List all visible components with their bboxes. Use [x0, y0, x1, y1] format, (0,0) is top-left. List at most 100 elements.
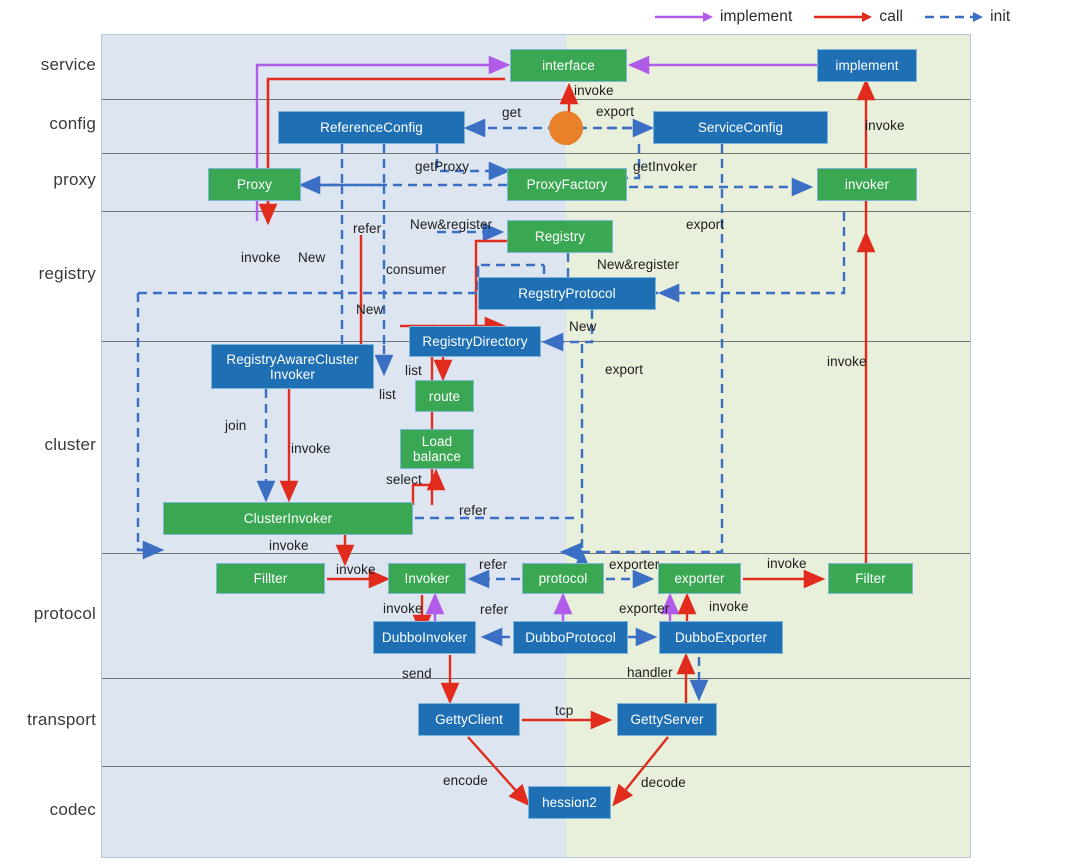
legend: implement call init [655, 2, 1055, 32]
node-load_balance: Load balance [400, 429, 474, 469]
architecture-diagram: implement call init service config proxy re… [0, 0, 1080, 865]
arrow-right-icon [814, 12, 873, 22]
row-label-service: service [40, 55, 96, 74]
row-label-cluster: cluster [44, 435, 96, 454]
edge-label-invoke-implement: invoke [865, 118, 905, 133]
node-label-fillter_left: Fillter [253, 571, 288, 586]
node-label-load_balance: Load balance [413, 434, 461, 464]
node-dubbo_exporter: DubboExporter [659, 621, 783, 654]
edge-label-invoke-registry: invoke [241, 250, 281, 265]
edge-label-invoke-cluster: invoke [291, 441, 331, 456]
edge-label-send: send [402, 666, 432, 681]
edge-label-invoke-dubboexporter: invoke [709, 599, 749, 614]
edge-label-refer: refer [353, 221, 382, 236]
node-label-protocol: protocol [538, 571, 588, 586]
edge-label-new-regstry-protocol: New [569, 319, 597, 334]
row-label-codec: codec [49, 799, 96, 819]
node-label-getty_client: GettyClient [435, 712, 503, 727]
row-divider-proxy [102, 153, 970, 154]
edge-label-select: select [386, 472, 422, 487]
edge-label-refer-cluster: refer [459, 503, 488, 518]
node-label-registry: Registry [534, 229, 586, 244]
node-label-cluster_invoker: ClusterInvoker [243, 511, 333, 526]
edge-label-invoke-right-long: invoke [827, 354, 867, 369]
edge-label-refer-dubbo: refer [480, 602, 509, 617]
node-label-service_config: ServiceConfig [697, 120, 784, 135]
node-label-getty_server: GettyServer [630, 712, 704, 727]
legend-label-implement: implement [720, 8, 793, 25]
edge-label-get: get [502, 105, 522, 120]
node-service_dot [549, 111, 583, 145]
node-route: route [415, 380, 474, 412]
node-label-filter_right: Filter [855, 571, 886, 586]
edge-label-list-directory: list [405, 363, 422, 378]
node-getty_server: GettyServer [617, 703, 717, 736]
row-divider-protocol [102, 553, 970, 554]
edge-label-getproxy: getProxy [415, 159, 470, 174]
edge-label-decode: decode [641, 775, 686, 790]
node-label-dubbo_invoker: DubboInvoker [381, 630, 468, 645]
edge-label-list-cluster: list [379, 387, 396, 402]
row-label-config: config [49, 114, 96, 133]
row-divider-registry [102, 211, 970, 212]
node-label-route: route [428, 388, 461, 404]
node-service_config: ServiceConfig [653, 111, 828, 144]
edge-label-invoke-clusterinvoker: invoke [269, 538, 309, 553]
edge-label-encode: encode [443, 773, 488, 788]
node-label-invoker_top: invoker [844, 177, 890, 192]
node-label-dubbo_exporter: DubboExporter [674, 630, 768, 645]
edge-label-consumer: consumer [386, 262, 447, 277]
edge-label-refer-protocol: refer [479, 557, 508, 572]
node-dubbo_protocol: DubboProtocol [513, 621, 628, 654]
edge-label-export-registry: export [605, 362, 644, 377]
edge-label-invoke-interface: invoke [574, 83, 614, 98]
node-implement: implement [817, 49, 917, 82]
row-divider-codec [102, 766, 970, 767]
node-regstry_protocol: RegstryProtocol [478, 277, 656, 310]
node-registry_directory: RegistryDirectory [409, 326, 541, 357]
row-label-protocol: protocol [33, 603, 96, 623]
edge-label-export-right-top: export [686, 217, 725, 232]
legend-label-init: init [990, 8, 1011, 25]
node-label-hession2: hession2 [542, 795, 597, 810]
node-hession2: hession2 [528, 786, 611, 819]
arrow-right-icon [655, 12, 713, 22]
node-fillter_left: Fillter [216, 563, 325, 594]
edge-label-invoke-exporter-filter: invoke [767, 556, 807, 571]
node-label-proxy: Proxy [236, 177, 272, 192]
diagram-frame: interface implement ReferenceConfig Service… [101, 34, 971, 858]
legend-item-call: call [814, 8, 903, 26]
node-proxy: Proxy [208, 168, 301, 201]
edge-label-tcp: tcp [555, 703, 574, 718]
row-label-proxy: proxy [53, 170, 96, 189]
edge-label-new-register-right: New&register [597, 257, 680, 272]
node-label-registry_directory: RegistryDirectory [422, 334, 528, 349]
node-invoker_top: invoker [817, 168, 917, 201]
node-label-regstry_protocol: RegstryProtocol [518, 286, 616, 301]
node-label-raci: RegistryAwareCluster Invoker [226, 351, 359, 382]
row-label-transport: transport [27, 710, 96, 729]
node-raci: RegistryAwareCluster Invoker [211, 344, 374, 389]
node-reference_config: ReferenceConfig [278, 111, 465, 144]
edge-label-new-left-long: New [356, 302, 384, 317]
edge-label-invoke-dubboinvoker: invoke [383, 601, 423, 616]
node-registry: Registry [507, 220, 613, 253]
row-divider-transport [102, 678, 970, 679]
edge-label-export-serviceconfig: export [596, 104, 635, 119]
node-dubbo_invoker: DubboInvoker [373, 621, 476, 654]
node-protocol: protocol [522, 563, 604, 594]
edge-label-invoke-filter: invoke [336, 562, 376, 577]
node-getty_client: GettyClient [418, 703, 520, 736]
legend-item-implement: implement [655, 8, 792, 26]
node-interface: interface [510, 49, 627, 82]
node-label-exporter: exporter [674, 571, 725, 586]
legend-item-init: init [925, 8, 1010, 26]
row-divider-config [102, 99, 970, 100]
edge-label-exporter-dubbo: exporter [619, 601, 670, 616]
node-label-reference_config: ReferenceConfig [320, 120, 423, 135]
edge-label-handler: handler [627, 665, 673, 680]
edge-label-join: join [225, 418, 247, 433]
node-label-interface: interface [542, 58, 595, 73]
node-label-proxy_factory: ProxyFactory [526, 177, 608, 192]
edge-label-exporter-top: exporter [609, 557, 660, 572]
